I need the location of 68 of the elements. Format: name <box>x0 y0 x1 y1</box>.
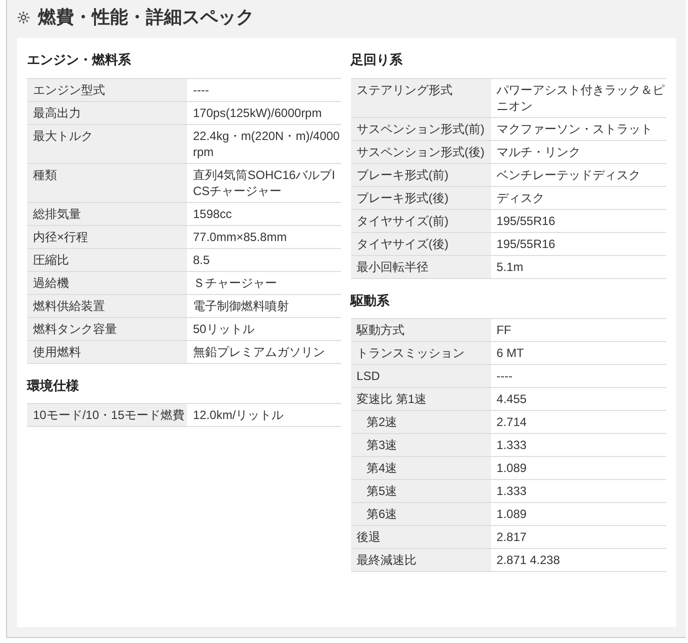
spec-label: 圧縮比 <box>27 248 187 271</box>
spec-label: 最高出力 <box>27 101 187 124</box>
section-heading: 足回り系 <box>350 51 404 69</box>
spec-value: 77.0mm×85.8mm <box>187 225 341 248</box>
spec-label: 燃料タンク容量 <box>27 317 187 340</box>
spec-value: 1.089 <box>490 456 666 480</box>
spec-value: 12.0km/リットル <box>187 404 341 426</box>
spec-value: 無鉛プレミアムガソリン <box>187 340 341 363</box>
section-heading: エンジン・燃料系 <box>27 51 132 69</box>
spec-label: ステアリング形式 <box>350 78 491 117</box>
spec-value: マルチ・リンク <box>490 140 666 163</box>
spec-value: 1598cc <box>187 202 341 225</box>
spec-value: ベンチレーテッドディスク <box>490 163 666 186</box>
spec-label: トランスミッション <box>350 342 491 364</box>
spec-label: 最終減速比 <box>350 548 491 572</box>
spec-value: Ｓチャージャー <box>187 271 341 294</box>
spec-value: 1.089 <box>490 502 666 526</box>
spec-value: 170ps(125kW)/6000rpm <box>187 101 341 124</box>
spec-label: 第6速 <box>350 502 491 526</box>
spec-value: 195/55R16 <box>490 232 666 255</box>
spec-value: 5.1m <box>490 255 666 278</box>
spec-value: 6 MT <box>490 342 666 364</box>
spec-label: 第4速 <box>350 456 491 480</box>
spec-value: 195/55R16 <box>490 209 666 232</box>
spec-value: ---- <box>490 364 666 388</box>
spec-value: 2.871 4.238 <box>490 548 666 572</box>
spec-value: 1.333 <box>490 434 666 456</box>
spec-value: ディスク <box>490 186 666 209</box>
spec-value: 50リットル <box>187 317 341 340</box>
spec-label: サスペンション形式(前) <box>350 117 491 140</box>
spec-value: 電子制御燃料噴射 <box>187 294 341 317</box>
spec-label: 総排気量 <box>27 202 187 225</box>
spec-label: 使用燃料 <box>27 340 187 363</box>
spec-label: 燃料供給装置 <box>27 294 187 317</box>
panel-title: 燃費・性能・詳細スペック <box>38 6 254 28</box>
gear-icon <box>17 10 30 24</box>
spec-label: 最大トルク <box>27 124 187 163</box>
spec-label: 変速比 第1速 <box>350 388 491 410</box>
spec-value: 2.817 <box>490 526 666 548</box>
spec-label: 10モード/10・15モード燃費 <box>27 404 187 426</box>
spec-value: 22.4kg・m(220N・m)/4000rpm <box>187 124 341 163</box>
spec-label: 過給機 <box>27 271 187 294</box>
spec-label: 種類 <box>27 163 187 202</box>
spec-label: 内径×行程 <box>27 225 187 248</box>
spec-label: LSD <box>350 364 491 388</box>
spec-label: サスペンション形式(後) <box>350 140 491 163</box>
spec-value: パワーアシスト付きラック＆ピニオン <box>490 78 666 117</box>
spec-label: 第3速 <box>350 434 491 456</box>
spec-label: 駆動方式 <box>350 318 491 342</box>
spec-value: 2.714 <box>490 410 666 434</box>
spec-value: 1.333 <box>490 480 666 502</box>
spec-label: 後退 <box>350 526 491 548</box>
spec-label: 第2速 <box>350 410 491 434</box>
spec-value: FF <box>490 318 666 342</box>
spec-value: 8.5 <box>187 248 341 271</box>
spec-label: 最小回転半径 <box>350 255 491 278</box>
spec-label: 第5速 <box>350 480 491 502</box>
section-heading: 駆動系 <box>350 292 391 310</box>
spec-label: タイヤサイズ(前) <box>350 209 491 232</box>
spec-value: 4.455 <box>490 388 666 410</box>
section-heading: 環境仕様 <box>27 376 80 394</box>
spec-value: ---- <box>187 78 341 101</box>
spec-label: タイヤサイズ(後) <box>350 232 491 255</box>
spec-value: 直列4気筒SOHC16バルブICSチャージャー <box>187 163 341 202</box>
spec-label: ブレーキ形式(後) <box>350 186 491 209</box>
spec-value: マクファーソン・ストラット <box>490 117 666 140</box>
spec-label: ブレーキ形式(前) <box>350 163 491 186</box>
spec-label: エンジン型式 <box>27 78 187 101</box>
